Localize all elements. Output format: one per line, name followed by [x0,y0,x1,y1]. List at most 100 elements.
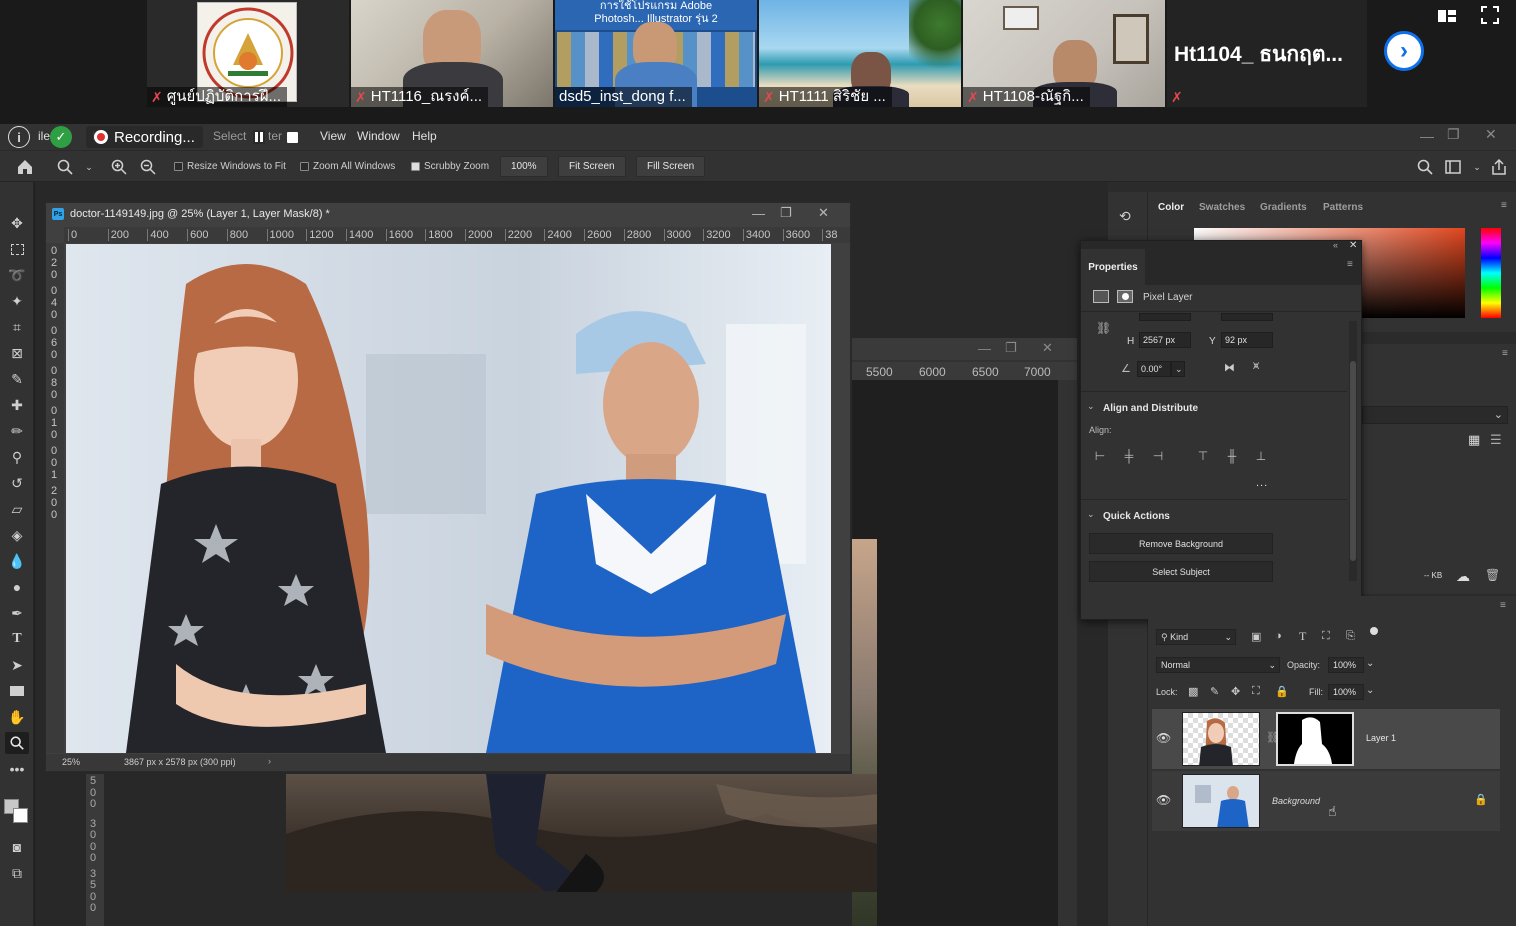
participant-tile[interactable]: ✗ HT1116_ณรงค์... [351,0,553,107]
close-icon[interactable]: ✕ [1349,240,1357,251]
close-icon[interactable]: ✕ [818,205,829,221]
opacity-field[interactable]: 100% [1328,657,1364,673]
marquee-tool-icon[interactable] [5,238,29,260]
magic-wand-tool-icon[interactable]: ✦ [5,290,29,312]
frame-tool-icon[interactable]: ⊠ [5,342,29,364]
properties-panel[interactable]: « ✕ Properties ≡ Pixel Layer ⛓ H 2567 px… [1080,240,1362,620]
align-right-icon[interactable]: ⊣ [1151,449,1165,463]
fit-screen-button[interactable]: Fit Screen [558,156,626,177]
menu-window[interactable]: Window [357,129,400,143]
properties-scrollbar[interactable] [1349,321,1357,581]
history-brush-tool-icon[interactable]: ↺ [5,472,29,494]
eraser-tool-icon[interactable]: ▱ [5,498,29,520]
close-icon[interactable]: ✕ [1485,126,1497,143]
menu-filter[interactable]: ter [268,129,282,143]
participant-tile[interactable]: ✗ ศูนย์ปฏิบัติการฝึ... [147,0,349,107]
visibility-eye-icon[interactable]: 👁 [1156,793,1171,807]
dodge-tool-icon[interactable]: ● [5,576,29,598]
restore-icon[interactable]: ❐ [1447,126,1460,143]
gallery-view-icon[interactable] [1437,6,1457,24]
link-icon[interactable]: ⛓ [1096,321,1111,335]
layer-thumbnail[interactable] [1182,712,1260,766]
tab-gradients[interactable]: Gradients [1260,202,1307,213]
pen-tool-icon[interactable]: ✒ [5,602,29,624]
zoom-tool-icon[interactable] [56,158,74,176]
pause-recording-icon[interactable] [253,130,265,144]
info-icon[interactable]: i [8,126,30,148]
chevron-down-icon[interactable]: ⌄ [1366,685,1374,696]
chevron-right-icon[interactable]: › [268,756,271,766]
lock-all-icon[interactable]: 🔒 [1275,685,1289,698]
filter-pixel-icon[interactable]: ▣ [1251,630,1261,643]
menu-file[interactable]: ile [38,129,50,143]
lock-artboard-icon[interactable]: ⛶ [1252,685,1260,698]
blur-tool-icon[interactable]: 💧 [5,550,29,572]
minimize-icon[interactable]: — [978,341,991,356]
layer-name[interactable]: Layer 1 [1366,733,1396,743]
workspace-icon[interactable] [1444,158,1462,176]
document-window[interactable]: Ps doctor-1149149.jpg @ 25% (Layer 1, La… [45,202,851,772]
align-center-horizontal-icon[interactable]: ╪ [1122,449,1136,463]
align-top-icon[interactable]: ⊤ [1196,449,1210,463]
healing-brush-tool-icon[interactable]: ✚ [5,394,29,416]
chevron-down-icon[interactable]: ⌄ [1366,658,1374,669]
zoom-tool-selected-icon[interactable] [5,732,29,754]
visibility-eye-icon[interactable]: 👁 [1156,731,1171,745]
eyedropper-tool-icon[interactable]: ✎ [5,368,29,390]
align-distribute-heading[interactable]: Align and Distribute [1103,403,1198,414]
x-field[interactable] [1221,313,1273,321]
scrubby-zoom-checkbox[interactable]: Scrubby Zoom [411,161,489,172]
home-icon[interactable] [16,158,34,176]
y-field[interactable]: 92 px [1221,332,1273,348]
search-icon[interactable] [1416,158,1434,176]
restore-icon[interactable]: ❐ [780,205,792,221]
zoom-all-windows-checkbox[interactable]: Zoom All Windows [300,161,395,172]
document-title-bar[interactable]: — ❐ ✕ [852,338,1077,360]
zoom-in-icon[interactable] [110,158,128,176]
chevron-down-icon[interactable]: ⌄ [1087,401,1095,412]
chevron-down-icon[interactable]: ⌄ [80,158,98,176]
layer-name[interactable]: Background [1272,796,1320,806]
filter-adjustment-icon[interactable]: ◑ [1275,630,1282,642]
stop-recording-icon[interactable] [287,132,298,143]
menu-select[interactable]: Select [213,129,246,143]
more-tools-icon[interactable]: ••• [5,758,29,780]
more-options-icon[interactable]: ... [1256,477,1268,489]
next-page-arrow-icon[interactable]: › [1384,31,1424,71]
lasso-tool-icon[interactable]: ➰ [5,264,29,286]
angle-field[interactable]: 0.00° [1137,361,1171,377]
filter-toggle-icon[interactable] [1370,627,1378,635]
share-icon[interactable] [1490,158,1508,176]
chevron-down-icon[interactable]: ⌄ [1087,509,1095,520]
layer-filter-kind-dropdown[interactable]: ⚲ Kind ⌄ [1156,629,1236,645]
angle-dropdown[interactable]: ⌄ [1171,361,1185,377]
document-canvas[interactable] [852,380,1058,926]
remove-background-button[interactable]: Remove Background [1089,533,1273,554]
trash-icon[interactable]: 🗑 [1485,568,1500,582]
document-title-bar[interactable]: Ps doctor-1149149.jpg @ 25% (Layer 1, La… [46,203,850,225]
lock-transparent-icon[interactable]: ▩ [1188,685,1198,698]
filter-smart-object-icon[interactable]: ⎘ [1346,630,1355,643]
panel-menu-icon[interactable]: ≡ [1502,348,1508,359]
flip-horizontal-icon[interactable]: ⧓ [1224,361,1235,374]
resize-windows-checkbox[interactable]: Resize Windows to Fit [174,161,286,172]
cloud-icon[interactable]: ☁ [1456,568,1470,585]
move-tool-icon[interactable]: ✥ [5,212,29,234]
layer-mask-thumbnail[interactable] [1276,712,1354,766]
flip-vertical-icon[interactable]: ⩙ [1253,360,1259,373]
participant-tile-active[interactable]: การใช้โปรแกรม Adobe Photosh... Illustrat… [555,0,757,107]
collapse-icon[interactable]: « [1333,240,1338,250]
layer-row[interactable]: 👁 Background 🔒 [1152,771,1500,831]
zoom-out-icon[interactable] [139,158,157,176]
hue-slider[interactable] [1481,228,1501,318]
stamp-tool-icon[interactable]: ⚲ [5,446,29,468]
shield-check-icon[interactable]: ✓ [50,126,72,148]
minimize-icon[interactable]: — [752,206,765,221]
quick-mask-icon[interactable]: ◙ [5,836,29,858]
menu-help[interactable]: Help [412,129,437,143]
hand-tool-icon[interactable]: ✋ [5,706,29,728]
list-view-icon[interactable]: ☰ [1490,432,1502,448]
background-color-swatch[interactable] [13,808,28,823]
quick-actions-heading[interactable]: Quick Actions [1103,511,1170,522]
restore-icon[interactable]: ❐ [1005,340,1017,356]
